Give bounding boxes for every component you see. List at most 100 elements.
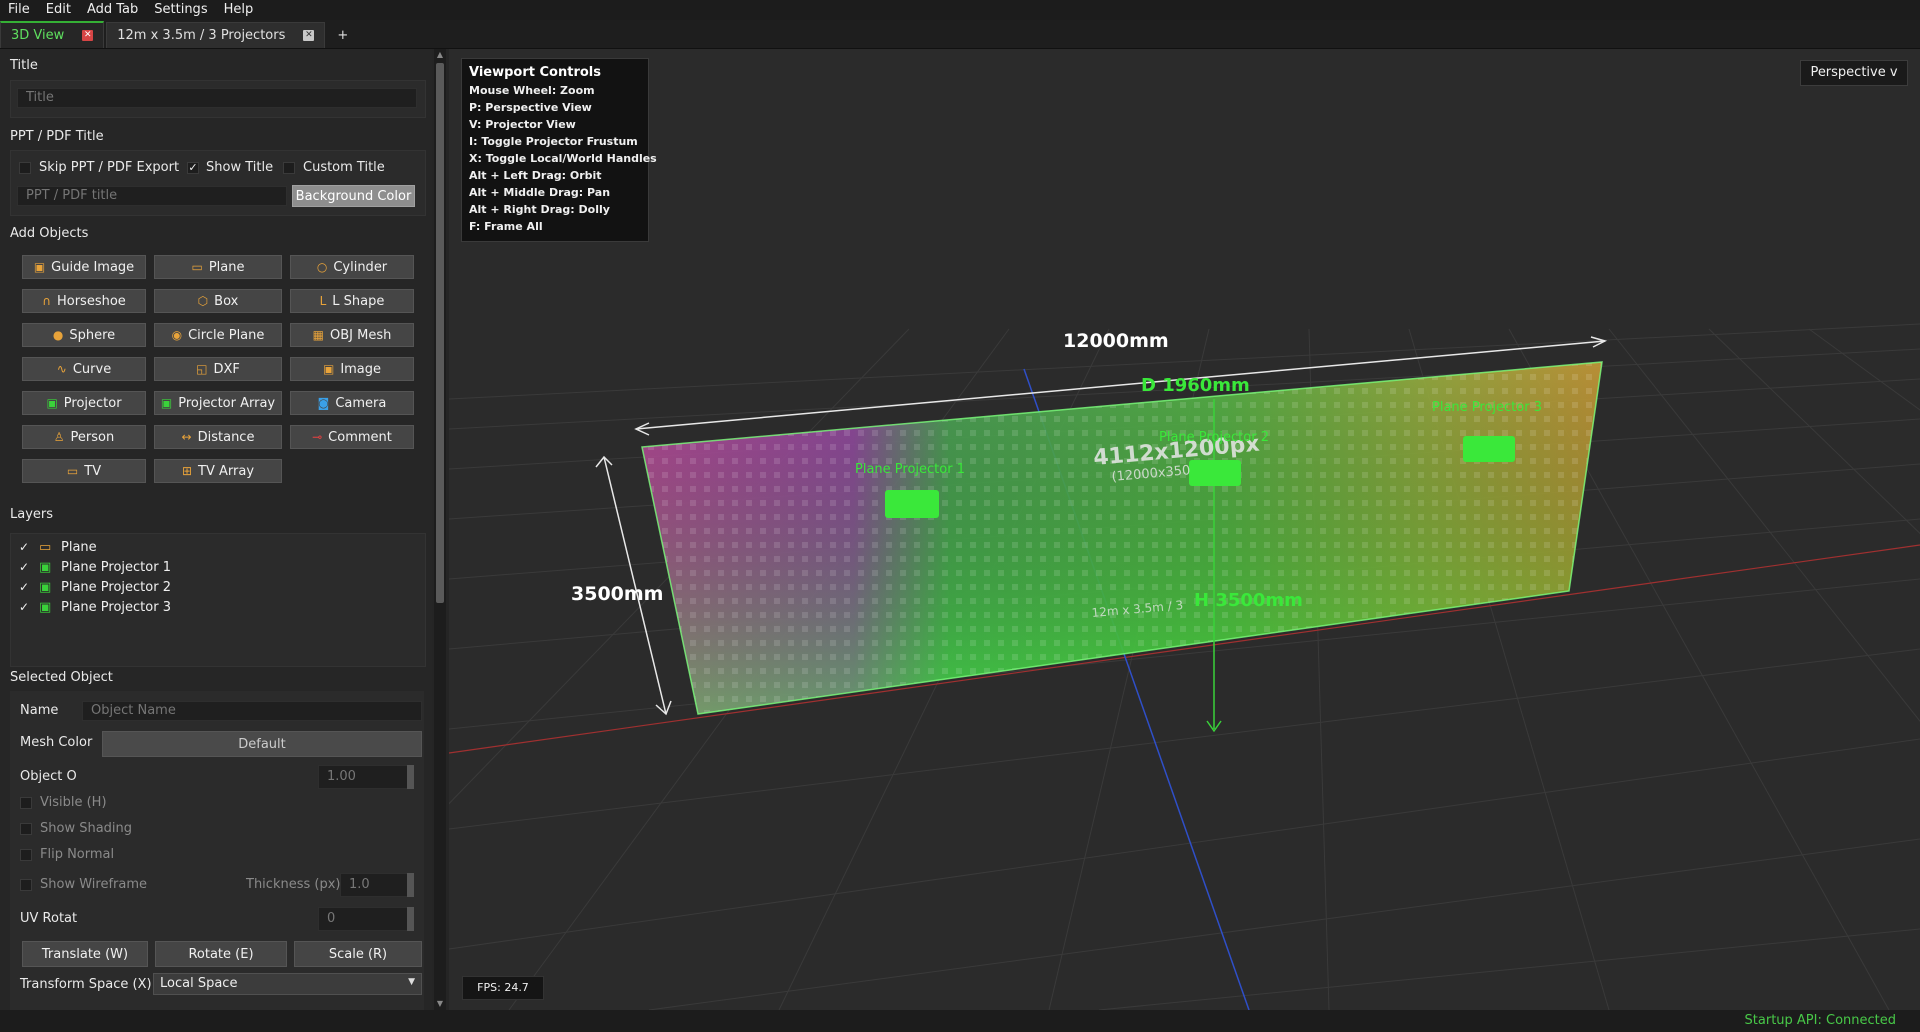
- title-group: [10, 80, 426, 118]
- scale-button[interactable]: Scale (R): [294, 941, 422, 967]
- menu-add-tab[interactable]: Add Tab: [79, 0, 146, 20]
- projector-icon: ▣: [39, 579, 52, 595]
- control-hint: Mouse Wheel: Zoom: [469, 84, 595, 97]
- visible-label: Visible (H): [40, 795, 107, 810]
- scene-canvas[interactable]: 12000mm 3500mm D 1960mm H 3500mm 4112x12…: [449, 49, 1920, 1010]
- skip-export-checkbox[interactable]: [19, 162, 31, 174]
- mesh-icon: ▦: [312, 328, 324, 342]
- spin-arrows-icon[interactable]: [407, 873, 414, 897]
- shading-checkbox[interactable]: [20, 823, 32, 835]
- add-projector-array-button[interactable]: ▣ Projector Array: [154, 391, 282, 415]
- add-person-button[interactable]: ♙ Person: [22, 425, 146, 449]
- panel-scrollbar[interactable]: ▲ ▼: [434, 49, 446, 1010]
- comment-icon: ⊸: [312, 430, 323, 444]
- close-icon[interactable]: ✕: [82, 30, 94, 41]
- add-cylinder-button[interactable]: ○ Cylinder: [290, 255, 414, 279]
- add-tab-button[interactable]: +: [327, 23, 358, 48]
- mesh-color-button[interactable]: Default: [102, 731, 422, 757]
- menu-file[interactable]: File: [0, 0, 38, 20]
- add-comment-button[interactable]: ⊸ Comment: [290, 425, 414, 449]
- menu-edit[interactable]: Edit: [38, 0, 79, 20]
- rotate-button[interactable]: Rotate (E): [155, 941, 287, 967]
- skip-export-label: Skip PPT / PDF Export: [39, 160, 180, 175]
- menu-settings[interactable]: Settings: [146, 0, 215, 20]
- close-icon[interactable]: ✕: [303, 30, 315, 41]
- horseshoe-icon: ∩: [42, 294, 51, 308]
- pdf-title-input[interactable]: [17, 186, 287, 206]
- add-obj-mesh-button[interactable]: ▦ OBJ Mesh: [290, 323, 414, 347]
- control-hint: F: Frame All: [469, 220, 543, 233]
- view-mode-dropdown[interactable]: Perspective v: [1800, 60, 1908, 86]
- add-objects-group: ▣ Guide Image ▭ Plane ○ Cylinder ∩ Horseshoe…: [10, 246, 424, 544]
- circle-plane-icon: ◉: [171, 328, 183, 342]
- add-circle-plane-button[interactable]: ◉ Circle Plane: [154, 323, 282, 347]
- curve-icon: ∿: [56, 362, 67, 376]
- wireframe-label: Show Wireframe: [40, 877, 147, 892]
- visible-checkbox[interactable]: [20, 797, 32, 809]
- add-horseshoe-button[interactable]: ∩ Horseshoe: [22, 289, 146, 313]
- plane-icon: ▭: [191, 260, 203, 274]
- spin-arrows-icon[interactable]: [407, 765, 414, 789]
- layer-item-projector-3[interactable]: ✓ ▣ Plane Projector 3: [11, 597, 171, 617]
- uv-rotation-label: UV Rotat: [20, 911, 78, 926]
- add-image-button[interactable]: ▣ Image: [290, 357, 414, 381]
- transform-space-label: Transform Space (X): [20, 977, 152, 992]
- spin-arrows-icon[interactable]: [407, 907, 414, 931]
- tv-icon: ▭: [66, 464, 79, 478]
- control-hint: X: Toggle Local/World Handles: [469, 152, 657, 165]
- flip-normal-checkbox[interactable]: [20, 849, 32, 861]
- check-icon[interactable]: ✓: [19, 600, 39, 614]
- add-curve-button[interactable]: ∿ Curve: [22, 357, 146, 381]
- show-title-label: Show Title: [206, 160, 274, 175]
- background-color-button[interactable]: Background Color: [292, 185, 415, 207]
- tab-3d-view[interactable]: 3D View ✕: [0, 21, 105, 48]
- layer-item-projector-1[interactable]: ✓ ▣ Plane Projector 1: [11, 557, 171, 577]
- menu-help[interactable]: Help: [216, 0, 262, 20]
- height-dimension-label: 3500mm: [571, 583, 663, 605]
- wireframe-checkbox[interactable]: [20, 879, 32, 891]
- object-name-input[interactable]: [82, 701, 422, 721]
- check-icon[interactable]: ✓: [19, 540, 39, 554]
- title-input[interactable]: [17, 88, 417, 108]
- add-sphere-button[interactable]: ● Sphere: [22, 323, 146, 347]
- add-tv-button[interactable]: ▭ TV: [22, 459, 146, 483]
- add-dxf-button[interactable]: ◱ DXF: [154, 357, 282, 381]
- control-hint: I: Toggle Projector Frustum: [469, 135, 638, 148]
- transform-space-value: Local Space: [160, 976, 238, 991]
- check-icon[interactable]: ✓: [19, 560, 39, 574]
- scroll-up-icon[interactable]: ▲: [436, 51, 444, 59]
- image-icon: ▣: [322, 362, 335, 376]
- control-hint: Alt + Left Drag: Orbit: [469, 169, 602, 182]
- pdf-group: Skip PPT / PDF Export ✓ Show Title Custo…: [10, 150, 426, 216]
- check-icon[interactable]: ✓: [19, 580, 39, 594]
- add-l-shape-button[interactable]: LL Shape: [290, 289, 414, 313]
- add-projector-button[interactable]: ▣ Projector: [22, 391, 146, 415]
- person-icon: ♙: [53, 430, 65, 444]
- viewport-3d[interactable]: 12000mm 3500mm D 1960mm H 3500mm 4112x12…: [449, 49, 1920, 1010]
- thickness-spinbox[interactable]: 1.0: [340, 873, 414, 897]
- distance-icon: ↔: [181, 430, 192, 444]
- show-title-checkbox[interactable]: ✓: [187, 162, 199, 174]
- layer-item-plane[interactable]: ✓ ▭ Plane: [11, 537, 97, 557]
- add-camera-button[interactable]: ◙ Camera: [290, 391, 414, 415]
- add-guide-image-button[interactable]: ▣ Guide Image: [22, 255, 146, 279]
- scroll-down-icon[interactable]: ▼: [436, 1000, 444, 1008]
- uv-rotation-spinbox[interactable]: 0: [318, 907, 414, 931]
- tab-project[interactable]: 12m x 3.5m / 3 Projectors ✕: [106, 22, 326, 48]
- add-box-button[interactable]: ⬡ Box: [154, 289, 282, 313]
- scrollbar-thumb[interactable]: [436, 63, 444, 603]
- transform-space-select[interactable]: Local Space ▼: [153, 973, 422, 995]
- add-distance-button[interactable]: ↔ Distance: [154, 425, 282, 449]
- add-tv-array-button[interactable]: ⊞ TV Array: [154, 459, 282, 483]
- control-hint: Alt + Right Drag: Dolly: [469, 203, 610, 216]
- translate-button[interactable]: Translate (W): [22, 941, 148, 967]
- opacity-spinbox[interactable]: 1.00: [318, 765, 414, 789]
- layer-item-projector-2[interactable]: ✓ ▣ Plane Projector 2: [11, 577, 171, 597]
- custom-title-checkbox[interactable]: [283, 162, 295, 174]
- thickness-label: Thickness (px): [246, 877, 341, 892]
- add-plane-button[interactable]: ▭ Plane: [154, 255, 282, 279]
- dxf-icon: ◱: [196, 362, 208, 376]
- status-bar: Startup API: Connected: [0, 1010, 1920, 1032]
- layers-list: ✓ ▭ Plane ✓ ▣ Plane Projector 1 ✓ ▣ Plane Proj…: [10, 533, 426, 667]
- plane-icon: ▭: [39, 539, 52, 555]
